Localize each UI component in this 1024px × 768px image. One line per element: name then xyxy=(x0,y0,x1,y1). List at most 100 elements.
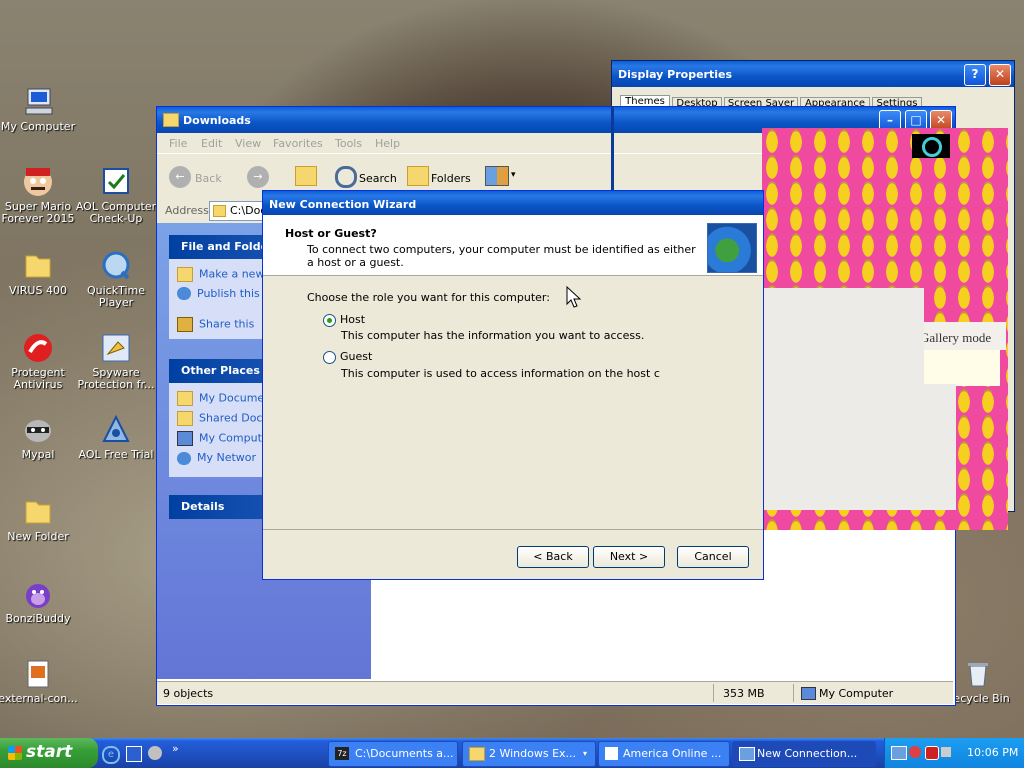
computer-icon xyxy=(177,431,193,446)
cancel-button[interactable]: Cancel xyxy=(677,546,749,568)
display-tray-icon[interactable] xyxy=(909,746,921,758)
menu-edit[interactable]: Edit xyxy=(201,137,222,150)
views-icon[interactable] xyxy=(485,166,509,186)
desktop-icon-aol-checkup[interactable]: AOL Computer Check-Up xyxy=(74,166,158,225)
document-icon xyxy=(22,658,54,690)
desktop-icon-bonzibuddy[interactable]: BonziBuddy xyxy=(0,578,80,625)
desktop-icon-my-computer[interactable]: My Computer xyxy=(0,86,80,133)
desktop-icon-quicktime[interactable]: QuickTime Player xyxy=(74,250,158,309)
chevron-down-icon: ▾ xyxy=(583,749,588,758)
desktop-icon-protegent[interactable]: Protegent Antivirus xyxy=(0,332,80,391)
gallery-mode-text: Gallery mode xyxy=(920,330,992,345)
menu-help[interactable]: Help xyxy=(375,137,400,150)
wizard-window: New Connection Wizard Host or Guest? To … xyxy=(262,190,764,580)
radio-label: Guest xyxy=(340,350,373,363)
back-button[interactable]: < Back xyxy=(517,546,589,568)
place-label: My Comput xyxy=(199,431,262,445)
place-label: My Docume xyxy=(199,391,265,405)
section-title: File and Folde xyxy=(181,240,269,253)
spyware-icon xyxy=(100,332,132,364)
desktop-icon-label: external-con... xyxy=(0,692,78,705)
folder-icon xyxy=(177,411,193,426)
desktop-icon-label: Mypal xyxy=(21,448,55,461)
desktop-icon-aol-free-trial[interactable]: AOL Free Trial xyxy=(74,414,158,461)
desktop-icon-external-con[interactable]: external-con... xyxy=(0,658,80,705)
place-shared-documents[interactable]: Shared Doc xyxy=(177,411,262,427)
taskbar-item-aol[interactable]: America Online ... xyxy=(598,741,730,767)
task-share-folder[interactable]: Share this xyxy=(177,317,254,333)
desktop-icon-label: BonziBuddy xyxy=(5,612,71,625)
start-label: start xyxy=(26,742,73,762)
task-label: Make a new xyxy=(199,267,265,281)
place-label: My Networ xyxy=(197,451,257,464)
desktop-icon-super-mario[interactable]: Super Mario Forever 2015 xyxy=(0,166,80,225)
menu-favorites[interactable]: Favorites xyxy=(273,137,323,150)
search-icon[interactable] xyxy=(335,166,357,188)
place-my-computer[interactable]: My Comput xyxy=(177,431,262,447)
radio-dot xyxy=(327,318,332,323)
wizard-titlebar: New Connection Wizard xyxy=(263,191,763,215)
aol-quicklaunch-icon[interactable] xyxy=(126,746,142,762)
taskbar-item-windows-explorer-group[interactable]: 2 Windows Ex... ▾ xyxy=(462,741,596,767)
desktop-icon-virus400[interactable]: VIRUS 400 xyxy=(0,250,80,297)
spinner-badge xyxy=(912,134,950,158)
preview-gray-strip-right xyxy=(924,384,956,510)
status-separator xyxy=(713,684,714,702)
start-button[interactable]: start xyxy=(0,738,98,768)
desktop-icon-mypal[interactable]: Mypal xyxy=(0,414,80,461)
close-button[interactable]: ✕ xyxy=(989,64,1011,86)
clock[interactable]: 10:06 PM xyxy=(967,746,1018,759)
desktop-icon-label: My Computer xyxy=(0,120,76,133)
mouse-cursor-icon xyxy=(566,286,582,308)
menu-file[interactable]: File xyxy=(169,137,187,150)
taskbar-item-7zip[interactable]: 7z C:\Documents a... xyxy=(328,741,458,767)
help-button[interactable]: ? xyxy=(964,64,986,86)
mypal-quicklaunch-icon[interactable] xyxy=(148,746,162,760)
desktop-icon-label: QuickTime Player xyxy=(86,284,146,309)
folder-icon xyxy=(163,113,179,127)
wizard-header: Host or Guest? To connect two computers,… xyxy=(263,215,763,276)
ie-quicklaunch-icon[interactable]: e xyxy=(102,746,120,764)
desktop-icon-spyware[interactable]: Spyware Protection fr... xyxy=(74,332,158,391)
system-tray: 10:06 PM xyxy=(884,738,1024,768)
option-description: This computer is used to access informat… xyxy=(341,367,660,380)
up-folder-icon[interactable] xyxy=(295,166,317,186)
mario-icon xyxy=(22,166,54,198)
taskbar-item-label: C:\Documents a... xyxy=(355,747,454,760)
folder-icon xyxy=(22,250,54,282)
radio-indicator[interactable] xyxy=(323,351,336,364)
window-title: Downloads xyxy=(183,114,251,127)
status-separator xyxy=(793,684,794,702)
radio-indicator-selected[interactable] xyxy=(323,314,336,327)
back-label[interactable]: Back xyxy=(195,172,222,185)
connection-globe-icon xyxy=(707,223,757,273)
forward-icon[interactable]: → xyxy=(247,166,269,188)
place-my-documents[interactable]: My Docume xyxy=(177,391,264,407)
desktop-icon-new-folder[interactable]: New Folder xyxy=(0,496,80,543)
security-tray-icon[interactable] xyxy=(925,746,939,760)
desktop-icon-label: Protegent Antivirus xyxy=(11,366,65,391)
volume-tray-icon[interactable] xyxy=(941,747,951,757)
chevron-down-icon[interactable]: ▾ xyxy=(511,170,516,180)
folders-icon[interactable] xyxy=(407,166,429,186)
menu-tools[interactable]: Tools xyxy=(335,137,362,150)
share-icon xyxy=(177,317,193,332)
computer-icon xyxy=(801,687,816,700)
back-icon[interactable]: ← xyxy=(169,166,191,188)
taskbar-item-new-connection[interactable]: New Connection... xyxy=(732,741,876,767)
network-tray-icon[interactable] xyxy=(891,746,907,760)
windows-logo-icon xyxy=(8,746,22,760)
taskbar-item-label: 2 Windows Ex... xyxy=(489,747,577,760)
option-description: This computer has the information you wa… xyxy=(341,329,645,342)
quicklaunch-chevron-icon[interactable]: » xyxy=(172,742,179,755)
wizard-footer-divider xyxy=(263,529,763,530)
folders-label[interactable]: Folders xyxy=(431,172,471,185)
next-button[interactable]: Next > xyxy=(593,546,665,568)
role-prompt: Choose the role you want for this comput… xyxy=(307,291,550,304)
menu-view[interactable]: View xyxy=(235,137,261,150)
gallery-panel: Gallery mode xyxy=(918,322,1006,350)
search-label[interactable]: Search xyxy=(359,172,397,185)
folder-icon xyxy=(213,205,226,217)
place-my-network[interactable]: My Networ xyxy=(177,451,256,467)
task-make-new-folder[interactable]: Make a new xyxy=(177,267,264,283)
